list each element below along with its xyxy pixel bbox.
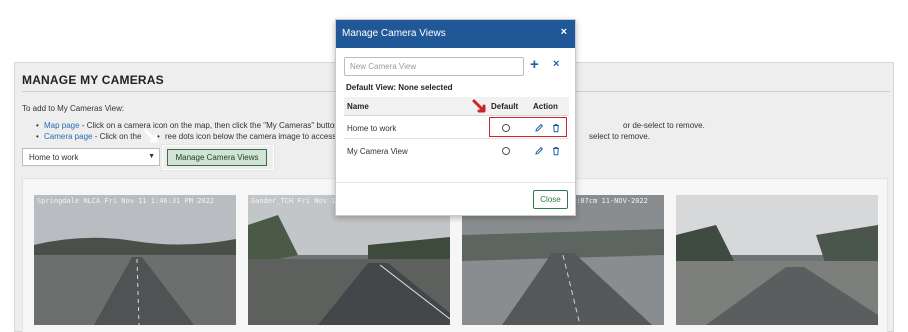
default-view-status: Default View: None selected [346, 83, 453, 92]
view-name: My Camera View [347, 147, 408, 156]
screen: MANAGE MY CAMERAS To add to My Cameras V… [0, 0, 908, 332]
map-page-instruction-tail: or de-select to remove. [623, 121, 705, 130]
camera-page-instruction-text: - Click on the [92, 132, 142, 141]
clear-input-button[interactable]: × [553, 58, 559, 70]
camera-image [34, 195, 236, 325]
dialog-footer-divider [336, 182, 575, 183]
manage-camera-views-button[interactable]: Manage Camera Views [167, 149, 267, 166]
map-page-instruction: Map page - Click on a camera icon on the… [36, 121, 346, 130]
pointer-arrow-icon [472, 99, 486, 113]
trash-icon[interactable] [551, 146, 561, 156]
chevron-down-icon: ▼ [148, 153, 155, 160]
camera-view-select-value: Home to work [29, 153, 79, 162]
camera-view-select[interactable]: Home to work ▼ [22, 148, 160, 166]
camera-image [676, 195, 878, 325]
table-row: My Camera View [344, 140, 569, 162]
default-radio[interactable] [502, 147, 510, 155]
camera-thumbnail[interactable] [676, 195, 878, 325]
column-header-default: Default [491, 102, 519, 111]
new-camera-view-input[interactable] [344, 57, 524, 76]
page-title: MANAGE MY CAMERAS [22, 73, 164, 87]
map-page-link[interactable]: Map page [44, 121, 80, 130]
pencil-icon[interactable] [534, 146, 544, 156]
column-header-action: Action [533, 102, 558, 111]
camera-page-link[interactable]: Camera page [44, 132, 92, 141]
highlight-box [489, 117, 567, 137]
map-page-instruction-text: - Click on a camera icon on the map, the… [79, 121, 346, 130]
intro-text: To add to My Cameras View: [22, 104, 125, 113]
camera-timestamp: 9:07cm 11-NOV-2022 [572, 197, 648, 205]
dialog-title: Manage Camera Views [342, 28, 446, 39]
table-header: Name Default Action [344, 97, 569, 116]
camera-page-instruction-tail: select to remove. [589, 132, 650, 141]
camera-thumbnail[interactable]: Springdale NLCA Fri Nov 11 1:46:31 PM 20… [34, 195, 236, 325]
close-icon[interactable]: × [561, 26, 567, 38]
add-view-button[interactable]: + [530, 56, 539, 74]
camera-page-instruction: Camera page - Click on the [36, 132, 142, 141]
view-name: Home to work [347, 124, 397, 133]
camera-timestamp: Springdale NLCA Fri Nov 11 1:46:31 PM 20… [37, 197, 215, 205]
dialog-header: Manage Camera Views × [336, 20, 575, 48]
camera-page-instruction-mid-text: ree dots icon below the camera image to … [165, 132, 346, 141]
pointer-arrow-icon [144, 129, 158, 143]
close-button[interactable]: Close [533, 190, 568, 209]
camera-page-instruction-mid: ree dots icon below the camera image to … [157, 132, 346, 141]
column-header-name: Name [347, 102, 369, 111]
